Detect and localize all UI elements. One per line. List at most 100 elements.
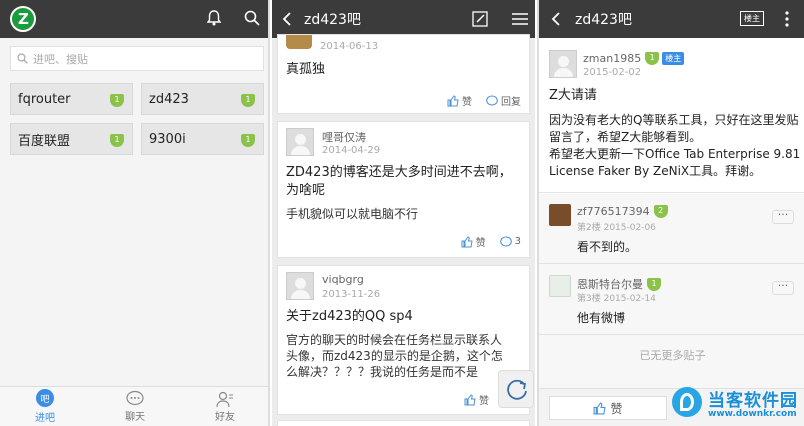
reply-more-button[interactable]: ··· [772,280,794,295]
comment-icon [499,236,512,246]
menu-icon[interactable] [512,12,528,26]
level-badge: 1 [110,94,124,107]
avatar [286,272,314,300]
avatar[interactable] [549,275,571,297]
thread-title: ZD423的博客还是大多时间进不去啊，为啥呢 [286,165,512,198]
thread-title: 真孤独 [286,62,326,77]
search-placeholder: 进吧、搜贴 [33,52,88,66]
like-button[interactable]: 赞 [447,93,472,108]
thread-card-partial [277,420,530,426]
avatar[interactable] [549,50,577,78]
thread-card[interactable]: 哩哥仅涛 2014-04-29 ZD423的博客还是大多时间进不去啊，为啥呢 手… [277,121,530,258]
divider [539,334,804,335]
thread-card[interactable]: 2014-06-13 真孤独 赞 回复 [277,34,530,114]
post-date: 2014-06-13 [320,41,379,52]
like-button[interactable]: 赞 [464,392,489,407]
top-bar: zd423吧 [272,0,535,38]
user-name[interactable]: zf776517394 [577,205,650,218]
back-arrow-icon[interactable] [282,12,292,26]
no-more-posts: 已无更多贴子 [639,349,706,362]
app-logo-icon [10,6,36,32]
nav-label: 进吧 [35,413,55,424]
forum-list-panel: 进吧、搜贴 fqrouter 1 zd423 1 百度联盟 1 9300i 1 … [0,0,270,426]
nav-tab-forums[interactable]: 吧 进吧 [0,387,90,426]
chat-icon [126,390,144,406]
level-badge: 1 [110,134,124,147]
forum-title: zd423吧 [575,12,632,28]
refresh-icon [507,379,527,400]
forum-name: 百度联盟 [18,133,71,149]
user-name[interactable]: 恩斯特台尔曼 [577,276,643,292]
reply-text: 看不到的。 [577,240,638,254]
avatar [286,35,312,49]
user-name: viqbgrg [322,273,364,286]
forum-name: 9300i [149,131,186,147]
avatar[interactable] [549,204,571,226]
forum-threads-panel: zd423吧 2014-06-13 真孤独 赞 回复 哩哥仅涛 2014-04-… [272,0,535,426]
forum-name: zd423 [149,91,189,107]
only-host-button[interactable]: 楼主 [740,11,764,26]
forum-icon: 吧 [36,389,54,407]
post-body: 因为没有老大的Q等联系工具，只好在这里发贴留言了，希望Z大能够看到。 希望老大更… [549,113,801,178]
divider [539,263,804,264]
post-title: Z大请请 [549,88,597,103]
forum-item-fqrouter[interactable]: fqrouter 1 [10,83,133,115]
watermark-url: www.downkr.com [708,409,797,419]
refresh-button[interactable] [498,370,534,408]
thread-detail-panel: zd423吧 楼主 zman1985 1 楼主 2015-02-02 Z大请请 … [537,0,804,426]
level-badge: 1 [647,277,661,291]
like-button[interactable]: 赞 [549,396,667,420]
reply-label: 回复 [501,97,521,108]
post-date: 2015-02-02 [583,67,642,78]
comment-icon [486,95,498,105]
host-badge: 楼主 [662,52,685,65]
forum-item-baidu-union[interactable]: 百度联盟 1 [10,123,133,155]
watermark-icon [672,387,702,417]
like-button[interactable]: 赞 [461,234,486,249]
thread-card[interactable]: viqbgrg 2013-11-26 关于zd423的QQ sp4 官方的聊天的… [277,265,530,415]
user-name: 哩哥仅涛 [322,131,366,144]
nav-label: 好友 [215,412,235,423]
reply-button[interactable]: 3 [499,236,521,248]
divider [539,192,804,193]
thumbs-up-icon [594,402,607,414]
nav-tab-friends[interactable]: 好友 [180,387,268,426]
nav-label: 聊天 [125,412,145,423]
thumbs-up-icon [461,235,473,247]
like-label: 赞 [610,401,623,416]
level-badge: 1 [241,134,255,147]
thread-snippet: 官方的聊天的时候会在任务栏显示联系人头像，而zd423的显示的是企鹅，这个怎么解… [286,333,503,379]
avatar [286,128,314,156]
level-badge: 1 [645,52,660,65]
like-label: 赞 [462,97,472,108]
reply-button[interactable]: 回复 [486,93,521,108]
reply-more-button[interactable]: ··· [772,209,794,224]
bottom-nav: 吧 进吧 聊天 好友 [0,386,268,426]
level-badge: 2 [653,205,668,218]
post-date: 2014-04-29 [322,145,381,156]
search-icon [17,53,28,64]
like-label: 赞 [479,396,489,407]
back-arrow-icon[interactable] [551,12,561,26]
friends-icon [216,391,233,408]
reply-meta: 第3楼 2015-02-14 [577,294,656,304]
forum-item-9300i[interactable]: 9300i 1 [141,123,264,155]
more-vertical-icon[interactable] [785,11,789,27]
reply-meta: 第2楼 2015-02-06 [577,223,656,233]
search-icon[interactable] [244,10,260,26]
forum-name: fqrouter [18,91,71,107]
nav-tab-chat[interactable]: 聊天 [90,387,180,426]
notification-bell-icon[interactable] [207,10,221,26]
user-name[interactable]: zman1985 [583,52,641,65]
top-bar: zd423吧 楼主 [539,0,804,38]
op-header: zman1985 1 楼主 [583,52,685,65]
compose-icon[interactable] [472,11,488,27]
level-badge: 1 [241,94,255,107]
post-date: 2013-11-26 [322,289,381,300]
watermark-logo: 当客软件园 www.downkr.com [668,383,804,426]
forum-item-zd423[interactable]: zd423 1 [141,83,264,115]
search-input[interactable]: 进吧、搜贴 [10,46,264,71]
thumbs-up-icon [464,393,476,405]
thumbs-up-icon [447,94,459,106]
reply-text: 他有微博 [577,311,626,325]
